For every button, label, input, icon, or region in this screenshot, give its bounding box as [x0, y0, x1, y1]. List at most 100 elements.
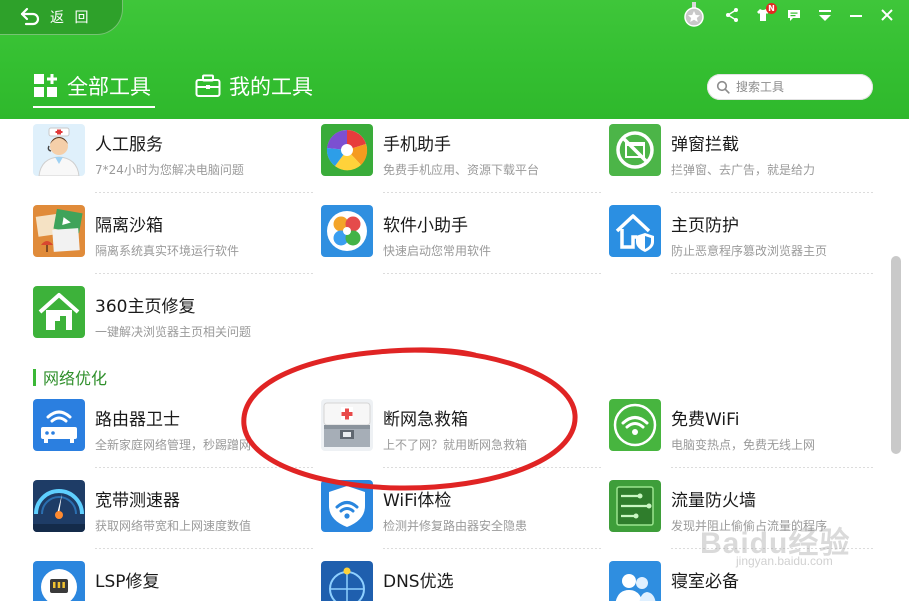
row-divider	[671, 192, 873, 193]
tool-name: 断网急救箱	[383, 410, 468, 430]
tool-item[interactable]: 免费WiFi 电脑变热点，免费无线上网	[609, 399, 879, 457]
tool-name: 宽带测速器	[95, 491, 180, 511]
header-bar: 返 回 N 全部工具 我的工具 搜索工具	[0, 0, 909, 119]
message-icon[interactable]	[786, 7, 802, 23]
dorm-essentials-icon	[609, 561, 661, 601]
toolbox-icon	[195, 74, 221, 97]
grid-plus-icon	[34, 74, 57, 97]
tool-description: 获取网络带宽和上网速度数值	[95, 519, 252, 533]
tool-description: 防止恶意程序篡改浏览器主页	[671, 244, 828, 258]
tool-description: 7*24小时为您解决电脑问题	[95, 163, 244, 177]
tool-item[interactable]: 断网急救箱 上不了网？就用断网急救箱	[321, 399, 591, 457]
row-divider	[95, 548, 313, 549]
sandbox-icon	[33, 205, 85, 257]
back-label: 返 回	[50, 10, 92, 26]
row-divider	[671, 467, 873, 468]
medal-icon[interactable]	[683, 2, 705, 28]
window-controls: N	[683, 2, 895, 28]
tool-name: 隔离沙箱	[95, 216, 163, 236]
speed-test-icon	[33, 480, 85, 532]
router-guard-icon	[33, 399, 85, 451]
tab-all-tools[interactable]: 全部工具	[33, 69, 151, 103]
tool-description: 上不了网？就用断网急救箱	[383, 438, 528, 452]
scrollbar-thumb[interactable]	[891, 256, 901, 454]
notification-badge: N	[766, 3, 777, 14]
tool-name: 路由器卫士	[95, 410, 180, 430]
row-divider	[671, 273, 873, 274]
homepage-repair-icon	[33, 286, 85, 338]
tool-description: 全新家庭网络管理，秒踢蹭网	[95, 438, 252, 452]
software-helper-icon	[321, 205, 373, 257]
back-button[interactable]: 返 回	[0, 0, 123, 35]
tool-item[interactable]: 弹窗拦截 拦弹窗、去广告，就是给力	[609, 124, 879, 182]
tool-item[interactable]: 人工服务 7*24小时为您解决电脑问题	[33, 124, 303, 182]
share-icon[interactable]	[724, 7, 740, 23]
tool-item[interactable]: 软件小助手 快速启动您常用软件	[321, 205, 591, 263]
tool-description: 免费手机应用、资源下载平台	[383, 163, 540, 177]
tool-name: 流量防火墙	[671, 491, 756, 511]
row-divider	[383, 467, 601, 468]
tool-name: 人工服务	[95, 135, 163, 155]
tool-item[interactable]: 流量防火墙 发现并阻止偷偷占流量的程序	[609, 480, 879, 538]
tool-item[interactable]: 主页防护 防止恶意程序篡改浏览器主页	[609, 205, 879, 263]
tool-item[interactable]: DNS优选	[321, 561, 591, 601]
tool-name: WiFi体检	[383, 491, 452, 511]
tool-name: 免费WiFi	[671, 410, 740, 430]
section-title-network: 网络优化	[33, 367, 108, 388]
active-tab-indicator	[33, 106, 155, 108]
minimize-icon[interactable]	[848, 7, 864, 23]
network-first-aid-icon	[321, 399, 373, 451]
tools-list: 人工服务 7*24小时为您解决电脑问题 手机助手 免费手机应用、资源下载平台 弹…	[0, 119, 909, 601]
row-divider	[95, 273, 313, 274]
customer-service-icon	[33, 124, 85, 176]
tool-item[interactable]: 手机助手 免费手机应用、资源下载平台	[321, 124, 591, 182]
row-divider	[95, 467, 313, 468]
tool-name: LSP修复	[95, 572, 160, 592]
search-input[interactable]	[736, 80, 866, 94]
section-marker	[33, 368, 36, 386]
tool-description: 快速启动您常用软件	[383, 244, 492, 258]
lsp-repair-icon	[33, 561, 85, 601]
wifi-check-icon	[321, 480, 373, 532]
tool-item[interactable]: 隔离沙箱 隔离系统真实环境运行软件	[33, 205, 303, 263]
search-icon	[716, 80, 730, 94]
tool-item[interactable]: 360主页修复 一键解决浏览器主页相关问题	[33, 286, 303, 344]
row-divider	[383, 192, 601, 193]
tool-description: 一键解决浏览器主页相关问题	[95, 325, 252, 339]
tool-item[interactable]: 寝室必备	[609, 561, 879, 601]
tool-description: 拦弹窗、去广告，就是给力	[671, 163, 816, 177]
tool-description: 发现并阻止偷偷占流量的程序	[671, 519, 828, 533]
homepage-protect-icon	[609, 205, 661, 257]
tool-item[interactable]: 宽带测速器 获取网络带宽和上网速度数值	[33, 480, 303, 538]
tool-item[interactable]: LSP修复	[33, 561, 303, 601]
tool-name: 寝室必备	[671, 572, 739, 592]
section-title-text: 网络优化	[43, 369, 108, 388]
row-divider	[383, 548, 601, 549]
tab-all-tools-label: 全部工具	[67, 75, 151, 99]
skin-button[interactable]: N	[755, 3, 777, 23]
tool-description: 电脑变热点，免费无线上网	[671, 438, 816, 452]
dns-optimize-icon	[321, 561, 373, 601]
phone-assistant-icon	[321, 124, 373, 176]
tool-name: 弹窗拦截	[671, 135, 739, 155]
row-divider	[671, 548, 873, 549]
free-wifi-icon	[609, 399, 661, 451]
row-divider	[95, 192, 313, 193]
tool-name: 手机助手	[383, 135, 451, 155]
close-icon[interactable]	[879, 7, 895, 23]
back-arrow-icon	[20, 7, 40, 26]
row-divider	[383, 273, 601, 274]
tool-item[interactable]: 路由器卫士 全新家庭网络管理，秒踢蹭网	[33, 399, 303, 457]
tool-name: 软件小助手	[383, 216, 468, 236]
tool-name: 360主页修复	[95, 297, 196, 317]
tool-name: DNS优选	[383, 572, 454, 592]
tool-description: 隔离系统真实环境运行软件	[95, 244, 240, 258]
search-box[interactable]	[707, 74, 873, 100]
tool-description: 检测并修复路由器安全隐患	[383, 519, 528, 533]
tab-my-tools[interactable]: 我的工具	[195, 69, 313, 103]
tab-my-tools-label: 我的工具	[229, 75, 313, 99]
tool-name: 主页防护	[671, 216, 739, 236]
menu-dropdown-icon[interactable]	[817, 7, 833, 23]
popup-block-icon	[609, 124, 661, 176]
tool-item[interactable]: WiFi体检 检测并修复路由器安全隐患	[321, 480, 591, 538]
